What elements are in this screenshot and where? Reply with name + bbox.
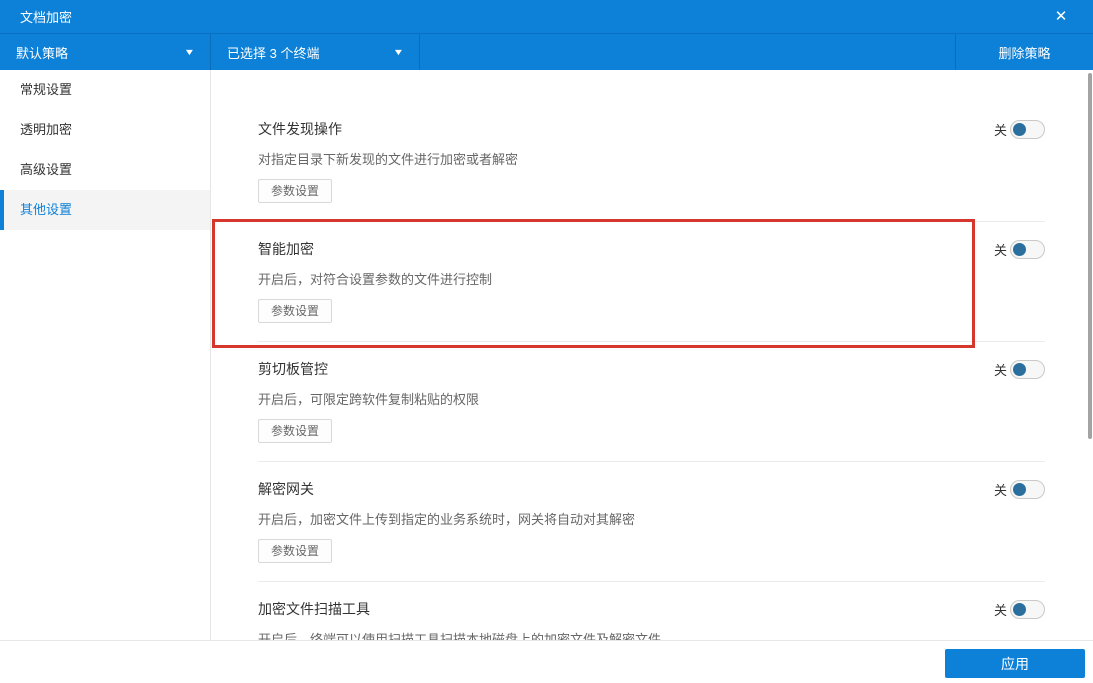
toggle-state-label: 关 bbox=[994, 240, 1007, 259]
toggle-switch[interactable] bbox=[1010, 360, 1045, 379]
section-title: 文件发现操作 bbox=[258, 120, 1045, 139]
terminal-dropdown-value: 已选择 3 个终端 bbox=[227, 43, 319, 62]
sidebar-item-other[interactable]: 其他设置 bbox=[0, 190, 210, 230]
terminal-dropdown[interactable]: 已选择 3 个终端 ▼ bbox=[211, 34, 420, 70]
param-settings-button[interactable]: 参数设置 bbox=[258, 299, 332, 323]
toggle-row: 关 bbox=[994, 600, 1045, 619]
sidebar-item-general[interactable]: 常规设置 bbox=[0, 70, 210, 110]
sidebar-item-transparent-encryption[interactable]: 透明加密 bbox=[0, 110, 210, 150]
section-description: 开启后，加密文件上传到指定的业务系统时，网关将自动对其解密 bbox=[258, 511, 1045, 529]
section-title: 解密网关 bbox=[258, 480, 1045, 499]
toggle-switch[interactable] bbox=[1010, 600, 1045, 619]
toggle-knob bbox=[1013, 483, 1026, 496]
section-description: 开启后，终端可以使用扫描工具扫描本地磁盘上的加密文件及解密文件。 bbox=[258, 631, 1045, 640]
toggle-row: 关 bbox=[994, 360, 1045, 379]
toggle-switch[interactable] bbox=[1010, 120, 1045, 139]
section-scan-tool: 加密文件扫描工具 开启后，终端可以使用扫描工具扫描本地磁盘上的加密文件及解密文件… bbox=[258, 582, 1045, 640]
settings-content: 文件发现操作 对指定目录下新发现的文件进行加密或者解密 参数设置 关 智能加密 … bbox=[211, 70, 1093, 640]
section-clipboard-control: 剪切板管控 开启后，可限定跨软件复制粘贴的权限 参数设置 关 bbox=[258, 342, 1045, 462]
toggle-state-label: 关 bbox=[994, 480, 1007, 499]
toolbar-spacer bbox=[420, 34, 955, 70]
main-area: 常规设置 透明加密 高级设置 其他设置 文件发现操作 对指定目录下新发现的文件进… bbox=[0, 70, 1093, 640]
section-file-discovery: 文件发现操作 对指定目录下新发现的文件进行加密或者解密 参数设置 关 bbox=[258, 70, 1045, 222]
footer-bar: 应用 bbox=[0, 640, 1093, 683]
chevron-down-icon: ▼ bbox=[393, 47, 405, 57]
toggle-knob bbox=[1013, 363, 1026, 376]
toggle-state-label: 关 bbox=[994, 600, 1007, 619]
toggle-row: 关 bbox=[994, 240, 1045, 259]
toggle-row: 关 bbox=[994, 120, 1045, 139]
section-description: 开启后，可限定跨软件复制粘贴的权限 bbox=[258, 391, 1045, 409]
toggle-switch[interactable] bbox=[1010, 240, 1045, 259]
chevron-down-icon: ▼ bbox=[184, 47, 196, 57]
param-settings-button[interactable]: 参数设置 bbox=[258, 539, 332, 563]
toggle-row: 关 bbox=[994, 480, 1045, 499]
policy-dropdown[interactable]: 默认策略 ▼ bbox=[0, 34, 211, 70]
sidebar-item-advanced[interactable]: 高级设置 bbox=[0, 150, 210, 190]
param-settings-button[interactable]: 参数设置 bbox=[258, 419, 332, 443]
window-title: 文档加密 bbox=[20, 7, 1049, 26]
section-title: 加密文件扫描工具 bbox=[258, 600, 1045, 619]
policy-dropdown-value: 默认策略 bbox=[16, 43, 68, 62]
section-decrypt-gateway: 解密网关 开启后，加密文件上传到指定的业务系统时，网关将自动对其解密 参数设置 … bbox=[258, 462, 1045, 582]
vertical-scrollbar[interactable] bbox=[1088, 73, 1092, 439]
toggle-knob bbox=[1013, 243, 1026, 256]
toggle-state-label: 关 bbox=[994, 120, 1007, 139]
close-icon[interactable]: ✕ bbox=[1049, 5, 1073, 29]
section-smart-encryption: 智能加密 开启后，对符合设置参数的文件进行控制 参数设置 关 bbox=[258, 222, 1045, 342]
toggle-knob bbox=[1013, 603, 1026, 616]
delete-policy-button[interactable]: 删除策略 bbox=[955, 34, 1093, 70]
section-title: 剪切板管控 bbox=[258, 360, 1045, 379]
param-settings-button[interactable]: 参数设置 bbox=[258, 179, 332, 203]
toggle-state-label: 关 bbox=[994, 360, 1007, 379]
title-bar: 文档加密 ✕ bbox=[0, 0, 1093, 33]
apply-button[interactable]: 应用 bbox=[945, 649, 1085, 678]
section-description: 开启后，对符合设置参数的文件进行控制 bbox=[258, 271, 1045, 289]
toggle-knob bbox=[1013, 123, 1026, 136]
policy-toolbar: 默认策略 ▼ 已选择 3 个终端 ▼ 删除策略 bbox=[0, 33, 1093, 70]
toggle-switch[interactable] bbox=[1010, 480, 1045, 499]
section-title: 智能加密 bbox=[258, 240, 1045, 259]
section-description: 对指定目录下新发现的文件进行加密或者解密 bbox=[258, 151, 1045, 169]
settings-sidebar: 常规设置 透明加密 高级设置 其他设置 bbox=[0, 70, 211, 640]
